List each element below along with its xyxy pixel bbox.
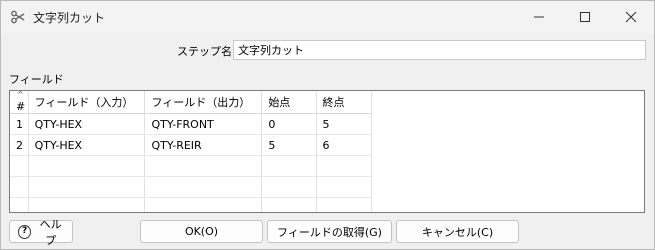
header-end[interactable]: 終点 xyxy=(316,91,373,114)
window-title: 文字列カット xyxy=(33,11,106,25)
minimize-icon xyxy=(534,16,544,18)
empty-row[interactable] xyxy=(10,155,373,177)
help-icon: ? xyxy=(18,224,32,239)
row-index: 2 xyxy=(10,134,29,156)
get-fields-button[interactable]: フィールドの取得(G) xyxy=(267,220,392,243)
header-start[interactable]: 始点 xyxy=(261,91,317,114)
cell-start[interactable]: 0 xyxy=(261,113,317,135)
dialog-content: ステップ名 フィールド ^ # フィールド（入力） フィールド（出力） 始点 xyxy=(1,33,654,249)
minimize-button[interactable] xyxy=(516,1,562,33)
step-name-input[interactable] xyxy=(233,40,646,60)
cell-end[interactable]: 5 xyxy=(316,113,373,135)
scissors-icon xyxy=(10,9,26,25)
cell-output-field[interactable]: QTY-REIR xyxy=(144,134,263,156)
header-input-field[interactable]: フィールド（入力） xyxy=(28,91,146,114)
maximize-icon xyxy=(580,12,590,22)
cell-input-field[interactable]: QTY-HEX xyxy=(28,134,146,156)
header-output-field[interactable]: フィールド（出力） xyxy=(144,91,263,114)
close-button[interactable] xyxy=(608,1,654,33)
fields-label: フィールド xyxy=(9,73,64,86)
cancel-button[interactable]: キャンセル(C) xyxy=(396,220,519,243)
empty-row[interactable] xyxy=(10,197,373,212)
title-bar[interactable]: 文字列カット xyxy=(1,1,654,33)
cell-input-field[interactable]: QTY-HEX xyxy=(28,113,146,135)
close-icon xyxy=(625,11,637,23)
maximize-button[interactable] xyxy=(562,1,608,33)
cell-output-field[interactable]: QTY-FRONT xyxy=(144,113,263,135)
table-row[interactable]: 2 QTY-HEX QTY-REIR 5 6 xyxy=(10,134,373,156)
help-button[interactable]: ? ヘルプ xyxy=(9,218,73,247)
header-index[interactable]: ^ # xyxy=(10,91,29,114)
fields-table: ^ # フィールド（入力） フィールド（出力） 始点 終点 1 QTY-HEX … xyxy=(10,91,373,212)
empty-row[interactable] xyxy=(10,176,373,198)
dialog-window: 文字列カット ステップ名 フィールド ^ # xyxy=(0,0,655,250)
cell-start[interactable]: 5 xyxy=(261,134,317,156)
cell-end[interactable]: 6 xyxy=(316,134,373,156)
table-row[interactable]: 1 QTY-HEX QTY-FRONT 0 5 xyxy=(10,113,373,135)
row-index: 1 xyxy=(10,113,29,135)
fields-table-container[interactable]: ^ # フィールド（入力） フィールド（出力） 始点 終点 1 QTY-HEX … xyxy=(9,90,645,213)
step-name-label: ステップ名 xyxy=(177,45,232,58)
ok-button[interactable]: OK(O) xyxy=(140,220,263,243)
sort-up-icon: ^ xyxy=(17,91,24,99)
help-button-label: ヘルプ xyxy=(39,217,62,247)
table-header-row: ^ # フィールド（入力） フィールド（出力） 始点 終点 xyxy=(10,91,373,114)
